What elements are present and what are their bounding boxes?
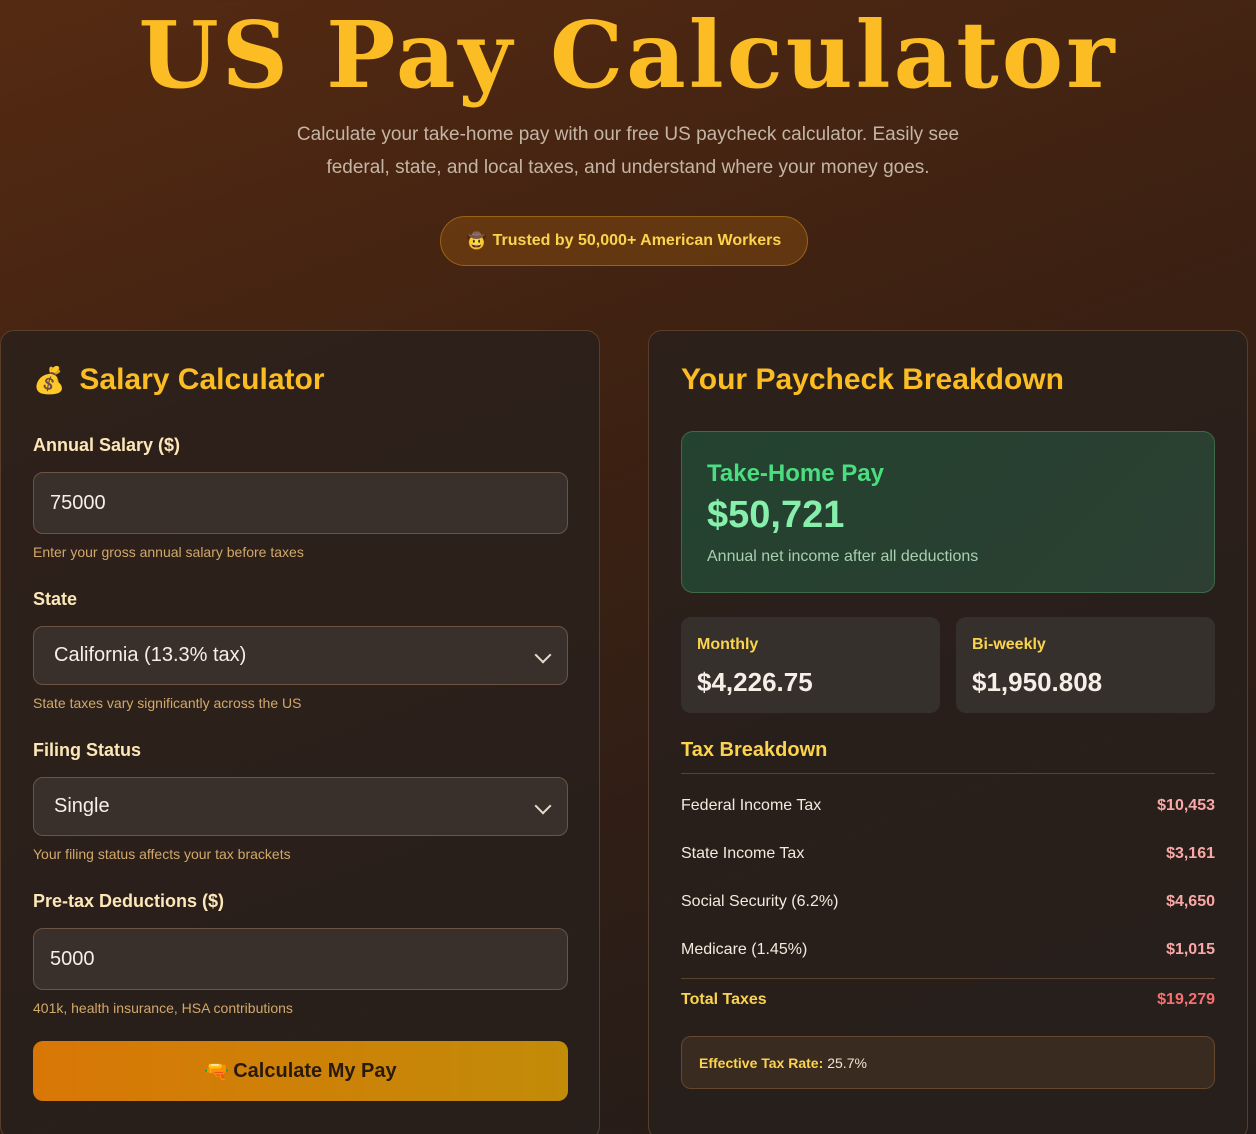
tax-row-state: State Income Tax $3,161 [681, 845, 1215, 863]
effective-tax-rate-value: 25.7% [827, 1054, 867, 1071]
tax-row-social-security: Social Security (6.2%) $4,650 [681, 893, 1215, 911]
pistol-icon: 🔫 [204, 1060, 230, 1083]
state-label: State [33, 589, 78, 609]
tax-row-total: Total Taxes $19,279 [681, 991, 1215, 1009]
divider [681, 773, 1215, 774]
tax-row-label: State Income Tax [681, 845, 805, 862]
tax-row-amount: $10,453 [1157, 797, 1215, 814]
breakdown-title: Your Paycheck Breakdown [681, 363, 1064, 396]
tax-row-medicare: Medicare (1.45%) $1,015 [681, 941, 1215, 959]
biweekly-value: $1,950.808 [972, 667, 1103, 697]
state-selected-value: California (13.3% tax) [54, 644, 247, 666]
total-taxes-amount: $19,279 [1157, 991, 1215, 1008]
chevron-down-icon [534, 646, 552, 663]
state-select[interactable]: California (13.3% tax) [33, 626, 568, 685]
annual-salary-field[interactable] [33, 472, 568, 534]
trust-badge-text: Trusted by 50,000+ American Workers [492, 232, 782, 249]
tax-row-amount: $1,015 [1166, 941, 1215, 958]
page-title: US Pay Calculator [138, 1, 1118, 109]
filing-status-selected-value: Single [54, 795, 110, 817]
effective-tax-rate-box: Effective Tax Rate: 25.7% [681, 1036, 1215, 1089]
money-bag-icon: 💰 [33, 364, 66, 395]
calculator-title-text: Salary Calculator [79, 363, 325, 396]
biweekly-label: Bi-weekly [972, 636, 1046, 653]
annual-salary-hint: Enter your gross annual salary before ta… [33, 544, 304, 560]
tax-row-label: Medicare (1.45%) [681, 941, 808, 958]
chevron-down-icon [534, 797, 552, 814]
annual-salary-label: Annual Salary ($) [33, 435, 181, 455]
filing-status-label: Filing Status [33, 740, 141, 760]
monthly-value: $4,226.75 [697, 667, 813, 697]
salary-calculator-panel: 💰 Salary Calculator Annual Salary ($) En… [0, 330, 600, 1134]
deductions-input[interactable] [50, 947, 551, 971]
trust-badge: 🤠 Trusted by 50,000+ American Workers [440, 216, 808, 266]
take-home-card: Take-Home Pay $50,721 Annual net income … [681, 431, 1215, 593]
calculate-button-label: Calculate My Pay [233, 1059, 397, 1082]
deductions-hint: 401k, health insurance, HSA contribution… [33, 1000, 293, 1016]
tax-breakdown-title: Tax Breakdown [681, 739, 828, 761]
calculator-title: 💰 Salary Calculator [33, 363, 325, 397]
annual-salary-input[interactable] [50, 491, 551, 515]
deductions-label: Pre-tax Deductions ($) [33, 891, 225, 911]
monthly-card: Monthly $4,226.75 [681, 617, 940, 713]
state-hint: State taxes vary significantly across th… [33, 695, 302, 711]
monthly-label: Monthly [697, 636, 759, 653]
tax-row-amount: $4,650 [1166, 893, 1215, 910]
calculate-button[interactable]: 🔫 Calculate My Pay [33, 1041, 568, 1101]
cowboy-face-icon: 🤠 [466, 233, 487, 250]
total-taxes-label: Total Taxes [681, 991, 767, 1008]
take-home-label: Take-Home Pay [707, 460, 884, 487]
tax-row-label: Social Security (6.2%) [681, 893, 839, 910]
filing-status-select[interactable]: Single [33, 777, 568, 836]
biweekly-card: Bi-weekly $1,950.808 [956, 617, 1215, 713]
page-subtitle: Calculate your take-home pay with our fr… [296, 124, 960, 178]
take-home-value: $50,721 [707, 494, 845, 536]
divider [681, 978, 1215, 979]
deductions-field[interactable] [33, 928, 568, 990]
tax-row-federal: Federal Income Tax $10,453 [681, 797, 1215, 815]
effective-tax-rate-label: Effective Tax Rate: [699, 1054, 824, 1071]
tax-row-amount: $3,161 [1166, 845, 1215, 862]
filing-status-hint: Your filing status affects your tax brac… [33, 846, 291, 862]
paycheck-breakdown-panel: Your Paycheck Breakdown Take-Home Pay $5… [648, 330, 1248, 1134]
tax-row-label: Federal Income Tax [681, 797, 822, 814]
take-home-description: Annual net income after all deductions [707, 548, 979, 565]
